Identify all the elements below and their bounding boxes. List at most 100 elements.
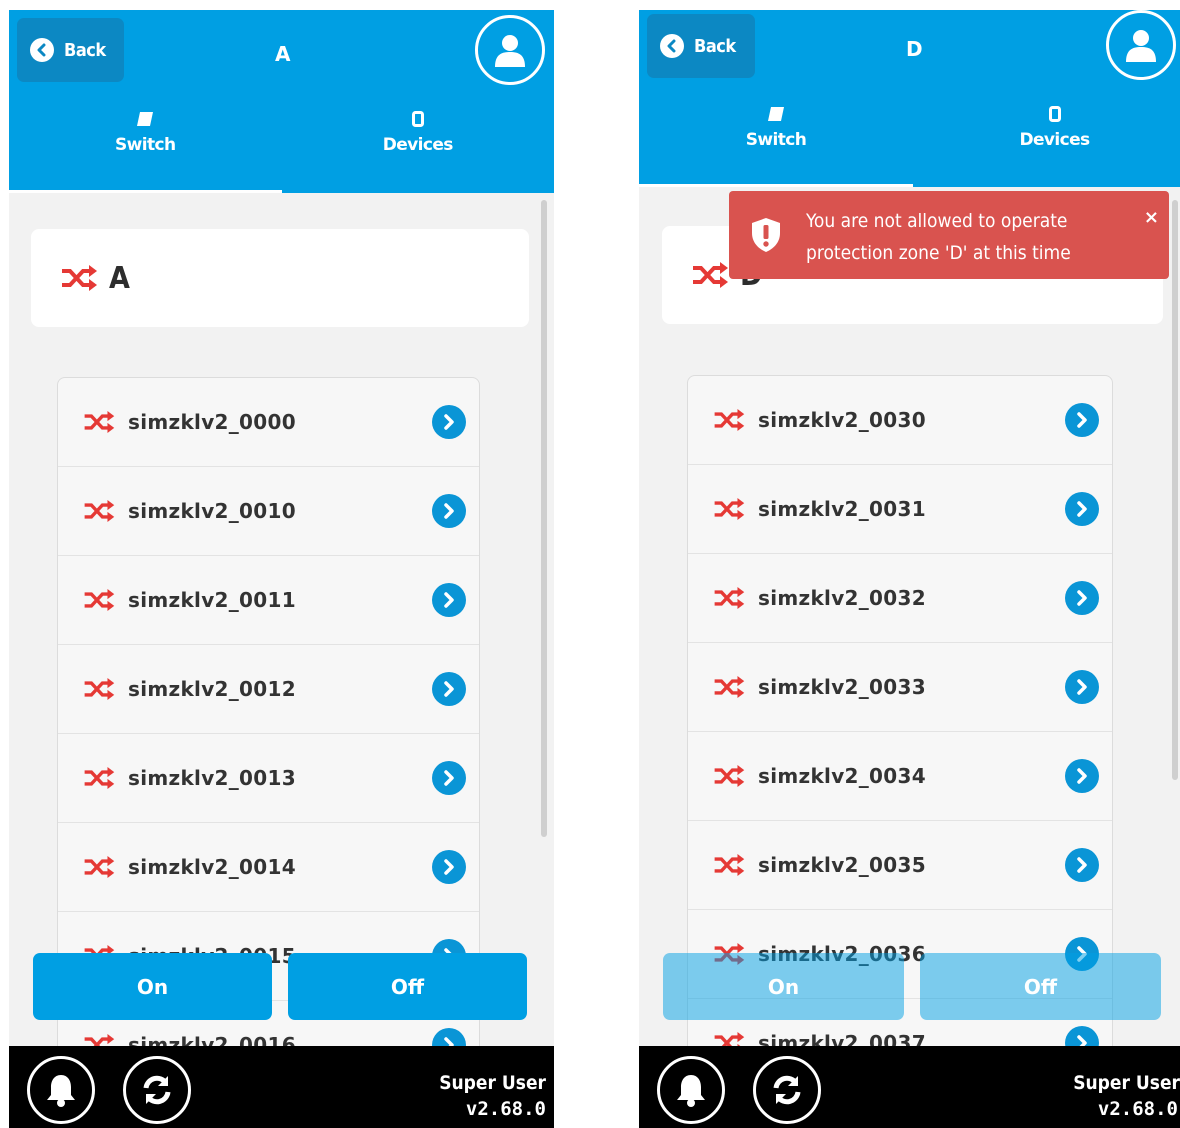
shuffle-icon	[84, 411, 115, 433]
refresh-button[interactable]	[753, 1056, 821, 1124]
zone-title-card: A	[31, 229, 529, 327]
list-item[interactable]: simzklv2_0030	[688, 376, 1112, 465]
chevron-right-icon[interactable]	[1065, 492, 1099, 526]
tab-devices-label: Devices	[1019, 130, 1090, 150]
app-version: v2.68.0	[1097, 1098, 1178, 1120]
list-item-label: simzklv2_0011	[128, 588, 296, 612]
refresh-icon	[143, 1075, 171, 1105]
phone-screen-zone-d: Back D Switch Devices D simzklv2_0030 si…	[639, 10, 1180, 1128]
list-item-label: simzklv2_0030	[758, 408, 926, 432]
list-item[interactable]: simzklv2_0013	[58, 734, 479, 823]
back-button[interactable]: Back	[647, 14, 755, 78]
error-toast: You are not allowed to operate protectio…	[729, 191, 1169, 279]
switch-icon	[768, 107, 784, 121]
list-item-label: simzklv2_0034	[758, 764, 926, 788]
list-item-label: simzklv2_0013	[128, 766, 296, 790]
close-icon[interactable]: ×	[1144, 207, 1159, 228]
app-footer: Super User v2.68.0	[9, 1046, 554, 1128]
tab-switch-label: Switch	[745, 130, 807, 150]
scrollbar[interactable]	[1172, 200, 1178, 780]
refresh-icon	[773, 1075, 801, 1105]
phone-screen-zone-a: Back A Switch Devices A simzklv2_0000 si…	[9, 10, 554, 1128]
user-name: Super User	[439, 1072, 546, 1094]
tab-active-indicator	[639, 184, 913, 187]
app-footer: Super User v2.68.0	[639, 1046, 1180, 1128]
chevron-right-icon[interactable]	[432, 761, 466, 795]
app-header: Back A Switch Devices	[9, 10, 554, 193]
app-header: Back D Switch Devices	[639, 10, 1180, 187]
list-item-label: simzklv2_0031	[758, 497, 926, 521]
list-item[interactable]: simzklv2_0033	[688, 643, 1112, 732]
shuffle-icon	[714, 498, 745, 520]
list-item[interactable]: simzklv2_0012	[58, 645, 479, 734]
user-avatar-button[interactable]	[1106, 10, 1176, 80]
off-button[interactable]: Off	[288, 953, 527, 1020]
list-item[interactable]: simzklv2_0010	[58, 467, 479, 556]
shuffle-icon	[714, 409, 745, 431]
tab-active-indicator	[9, 190, 282, 193]
shuffle-icon	[84, 767, 115, 789]
list-item[interactable]: simzklv2_0031	[688, 465, 1112, 554]
bell-icon	[677, 1075, 705, 1107]
tab-switch[interactable]: Switch	[9, 105, 282, 193]
shuffle-icon	[62, 265, 97, 291]
device-icon	[1048, 106, 1061, 122]
app-version: v2.68.0	[465, 1098, 546, 1120]
back-label: Back	[64, 39, 106, 61]
device-icon	[411, 111, 424, 127]
tab-switch-label: Switch	[115, 135, 176, 155]
notifications-button[interactable]	[27, 1056, 95, 1124]
shuffle-icon	[714, 854, 745, 876]
list-item-label: simzklv2_0033	[758, 675, 926, 699]
zone-title: A	[109, 260, 130, 296]
chevron-right-icon[interactable]	[432, 583, 466, 617]
refresh-button[interactable]	[123, 1056, 191, 1124]
shuffle-icon	[714, 587, 745, 609]
shuffle-icon	[84, 856, 115, 878]
on-button[interactable]: On	[663, 953, 904, 1020]
list-item-label: simzklv2_0032	[758, 586, 926, 610]
header-zone-letter: A	[275, 42, 291, 66]
user-icon	[1126, 30, 1156, 62]
back-button[interactable]: Back	[17, 18, 124, 82]
list-item[interactable]: simzklv2_0035	[688, 821, 1112, 910]
shuffle-icon	[84, 500, 115, 522]
tab-devices[interactable]: Devices	[913, 100, 1180, 187]
shuffle-icon	[714, 765, 745, 787]
chevron-left-icon	[30, 38, 54, 62]
toast-message: You are not allowed to operate protectio…	[806, 210, 1071, 264]
bell-icon	[47, 1075, 75, 1107]
on-button[interactable]: On	[33, 953, 272, 1020]
chevron-right-icon[interactable]	[1065, 581, 1099, 615]
shuffle-icon	[693, 262, 728, 288]
scrollbar[interactable]	[541, 200, 547, 837]
chevron-right-icon[interactable]	[1065, 848, 1099, 882]
chevron-right-icon[interactable]	[432, 850, 466, 884]
header-zone-letter: D	[906, 37, 923, 61]
chevron-right-icon[interactable]	[432, 494, 466, 528]
list-item[interactable]: simzklv2_0034	[688, 732, 1112, 821]
tab-devices[interactable]: Devices	[282, 105, 555, 193]
shuffle-icon	[714, 676, 745, 698]
list-item[interactable]: simzklv2_0011	[58, 556, 479, 645]
list-item[interactable]: simzklv2_0032	[688, 554, 1112, 643]
chevron-right-icon[interactable]	[432, 405, 466, 439]
user-avatar-button[interactable]	[475, 15, 545, 85]
notifications-button[interactable]	[657, 1056, 725, 1124]
list-item-label: simzklv2_0035	[758, 853, 926, 877]
chevron-right-icon[interactable]	[1065, 403, 1099, 437]
list-item-label: simzklv2_0012	[128, 677, 296, 701]
user-name: Super User	[1073, 1072, 1180, 1094]
tab-devices-label: Devices	[382, 135, 454, 155]
chevron-right-icon[interactable]	[1065, 670, 1099, 704]
list-item[interactable]: simzklv2_0000	[58, 378, 479, 467]
list-item[interactable]: simzklv2_0014	[58, 823, 479, 912]
shuffle-icon	[84, 678, 115, 700]
chevron-right-icon[interactable]	[432, 672, 466, 706]
list-item-label: simzklv2_0010	[128, 499, 296, 523]
chevron-right-icon[interactable]	[1065, 759, 1099, 793]
tab-switch[interactable]: Switch	[639, 100, 913, 187]
user-icon	[495, 35, 525, 67]
off-button[interactable]: Off	[920, 953, 1161, 1020]
shuffle-icon	[84, 589, 115, 611]
